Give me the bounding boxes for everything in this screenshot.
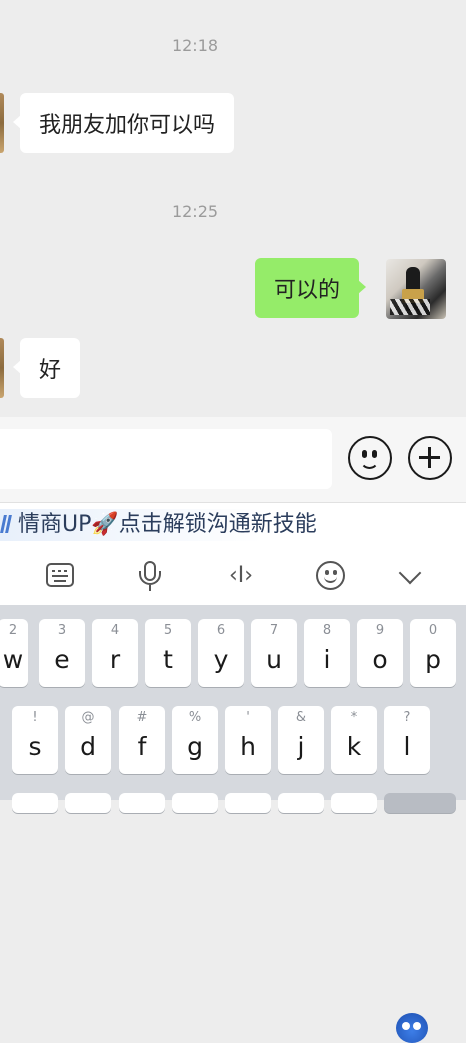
emoji-face-icon[interactable] — [314, 559, 348, 593]
chevron-down-icon[interactable] — [394, 559, 428, 593]
key-row3-partial[interactable] — [331, 793, 377, 813]
key-o[interactable]: 9o — [357, 619, 403, 687]
received-message[interactable]: 好 — [12, 338, 81, 398]
received-message[interactable]: 我朋友加你可以吗 — [12, 93, 235, 153]
timestamp: 12:25 — [171, 202, 219, 221]
key-j[interactable]: & j — [278, 706, 324, 774]
key-f[interactable]: # f — [119, 706, 165, 774]
my-avatar[interactable] — [386, 259, 446, 319]
key-g[interactable]: % g — [172, 706, 218, 774]
friend-avatar[interactable] — [0, 338, 4, 398]
microphone-icon[interactable] — [134, 559, 168, 593]
key-y[interactable]: 6y — [198, 619, 244, 687]
key-row3-partial[interactable] — [278, 793, 324, 813]
cursor-icon[interactable]: ‹I› — [224, 559, 258, 593]
key-e[interactable]: 3e — [39, 619, 85, 687]
key-k[interactable]: * k — [331, 706, 377, 774]
key-l[interactable]: ? l — [384, 706, 430, 774]
input-bar — [0, 417, 466, 503]
promo-banner[interactable]: 情商UP🚀点击解锁沟通新技能 — [0, 509, 376, 541]
timestamp: 12:18 — [171, 36, 219, 55]
promo-text: 情商UP🚀点击解锁沟通新技能 — [18, 512, 317, 537]
backspace-key[interactable] — [384, 793, 456, 813]
key-i[interactable]: 8i — [304, 619, 350, 687]
key-t[interactable]: 5t — [145, 619, 191, 687]
keyboard: 2w 3e 4r 5t 6y 7u 8i 9o 0p ! s @ d # f % g '… — [0, 605, 466, 813]
key-r[interactable]: 4r — [92, 619, 138, 687]
sent-message[interactable]: 可以的 — [255, 258, 367, 318]
chat-area[interactable]: 12:18 我朋友加你可以吗 12:25 可以的 好 — [0, 0, 466, 417]
key-d[interactable]: @ d — [65, 706, 111, 774]
key-row3-partial[interactable] — [65, 793, 111, 813]
keyboard-suggestion-bar: 情商UP🚀点击解锁沟通新技能 — [0, 503, 466, 1043]
smiley-icon[interactable] — [348, 436, 392, 480]
message-input[interactable] — [0, 429, 332, 489]
key-row3-partial[interactable] — [119, 793, 165, 813]
key-w[interactable]: 2w — [0, 619, 28, 687]
key-h[interactable]: ' h — [225, 706, 271, 774]
keyboard-icon[interactable] — [44, 559, 78, 593]
key-u[interactable]: 7u — [251, 619, 297, 687]
key-s[interactable]: ! s — [12, 706, 58, 774]
keyboard-toolbar: ‹I› — [0, 547, 466, 605]
friend-avatar[interactable] — [0, 93, 4, 153]
key-row3-partial[interactable] — [12, 793, 58, 813]
plus-icon[interactable] — [408, 436, 452, 480]
key-p[interactable]: 0p — [410, 619, 456, 687]
mascot-icon[interactable] — [396, 1013, 428, 1043]
key-row3-partial[interactable] — [172, 793, 218, 813]
key-row3-partial[interactable] — [225, 793, 271, 813]
